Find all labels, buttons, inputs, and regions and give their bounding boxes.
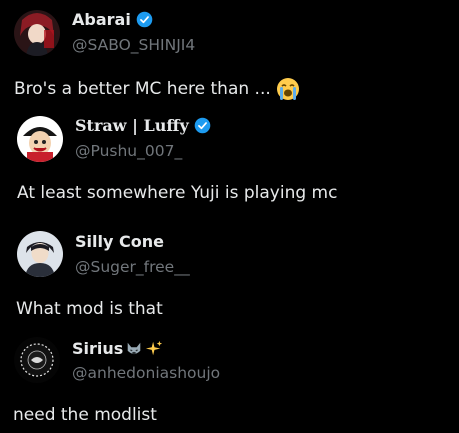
verified-badge-icon bbox=[136, 11, 153, 28]
post-text-content: need the modlist bbox=[13, 405, 157, 425]
post-text-content: Bro's a better MC here than ... bbox=[14, 79, 271, 99]
author-name-row: Sirius bbox=[72, 339, 163, 358]
post-text: Bro's a better MC here than ... bbox=[14, 76, 301, 102]
author-handle[interactable]: @Suger_free__ bbox=[75, 258, 190, 276]
author-name-row: Silly Cone bbox=[75, 232, 164, 251]
avatar[interactable] bbox=[17, 231, 63, 277]
display-name[interactable]: Abarai bbox=[72, 10, 131, 29]
author-handle[interactable]: @Pushu_007_ bbox=[75, 142, 182, 160]
post-text-content: At least somewhere Yuji is playing mc bbox=[17, 183, 338, 203]
author-handle[interactable]: @SABO_SHINJI4 bbox=[72, 36, 195, 54]
sparkles-emoji bbox=[145, 340, 163, 358]
post-text: need the modlist bbox=[13, 405, 157, 425]
post-text: What mod is that bbox=[16, 299, 163, 319]
avatar[interactable] bbox=[14, 337, 60, 383]
avatar[interactable] bbox=[14, 10, 60, 56]
display-name[interactable]: Silly Cone bbox=[75, 232, 164, 251]
display-name[interactable]: Straw | Luffy bbox=[75, 116, 189, 135]
wolf-face-emoji bbox=[125, 340, 143, 358]
verified-badge-icon bbox=[194, 117, 211, 134]
display-name[interactable]: Sirius bbox=[72, 339, 123, 358]
loudly-crying-face-emoji bbox=[275, 76, 301, 102]
author-handle[interactable]: @anhedoniashoujo bbox=[72, 364, 220, 382]
post-text: At least somewhere Yuji is playing mc bbox=[17, 183, 337, 203]
post-text-content: What mod is that bbox=[16, 299, 163, 319]
avatar[interactable] bbox=[17, 116, 63, 162]
author-name-row: Straw | Luffy bbox=[75, 116, 211, 135]
author-name-row: Abarai bbox=[72, 10, 153, 29]
